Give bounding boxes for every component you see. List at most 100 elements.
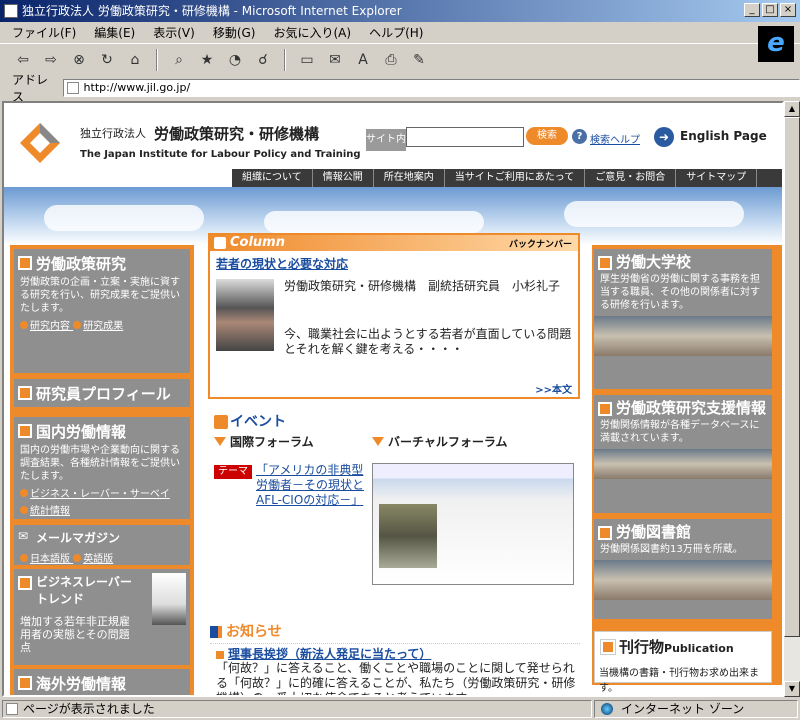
minimize-button[interactable]: _ — [744, 3, 760, 17]
profile-title: 研究員プロフィール — [36, 385, 171, 403]
orange-square-icon — [18, 256, 32, 270]
scroll-thumb[interactable] — [784, 117, 800, 637]
profile-box[interactable]: 研究員プロフィール — [14, 379, 190, 407]
publication-box[interactable]: 刊行物Publication 当機構の書籍・刊行物お求め出来ます。 — [594, 631, 772, 694]
virtual-forum-heading[interactable]: バーチャルフォーラム — [372, 433, 508, 450]
edit-icon[interactable]: ✎ — [408, 49, 430, 71]
nav-disclosure[interactable]: 情報公開 — [313, 169, 374, 187]
nav-about[interactable]: 組織について — [232, 169, 313, 187]
english-page-link[interactable]: English Page — [680, 129, 767, 143]
org-name: 労働政策研究・研修機構 — [154, 125, 320, 143]
search-button[interactable]: 検索 — [526, 127, 568, 145]
page-viewport: 独立行政法人 労働政策研究・研修機構 The Japan Institute f… — [2, 101, 784, 697]
window-title: 独立行政法人 労働政策研究・研修機構 - Microsoft Internet … — [22, 4, 402, 18]
nav-access[interactable]: 所在地案内 — [374, 169, 445, 187]
mail-link-en[interactable]: 英語版 — [83, 554, 113, 565]
search-input[interactable] — [406, 127, 524, 147]
library-image — [594, 560, 772, 600]
mail-box[interactable]: ✉ メールマガジン 日本語版 英語版 — [14, 525, 190, 565]
orange-square-icon — [598, 526, 612, 540]
research-box[interactable]: 労働政策研究 労働政策の企画・立案・実施に資する研究を行い、研究成果をご提供いた… — [14, 249, 190, 373]
status-bar: ページが表示されました インターネット ゾーン — [0, 698, 800, 720]
theme-tag: テーマ — [214, 465, 252, 479]
zone-panel: インターネット ゾーン — [594, 700, 798, 718]
research-title: 労働政策研究 — [36, 255, 127, 273]
address-input[interactable]: http://www.jil.go.jp/ — [62, 79, 800, 97]
backnumber-link[interactable]: バックナンバー — [509, 237, 572, 250]
history-icon[interactable]: ◔ — [224, 49, 246, 71]
column-more-link[interactable]: >>本文 — [535, 381, 572, 396]
menu-go[interactable]: 移動(G) — [213, 24, 256, 41]
research-link-results[interactable]: 研究成果 — [83, 321, 123, 332]
menu-favorites[interactable]: お気に入り(A) — [273, 24, 351, 41]
univ-box[interactable]: 労働大学校 厚生労働省の労働に関する事務を担当する職員、その他の関係者に対する研… — [594, 249, 772, 389]
univ-title: 労働大学校 — [616, 253, 692, 271]
blt-text: 増加する若年非正規雇用者の実態とその問題点 — [20, 615, 130, 654]
nav-terms[interactable]: 当サイトご利用にあたって — [445, 169, 586, 187]
library-box[interactable]: 労働図書館 労働関係図書約13万冊を所蔵。 — [594, 519, 772, 619]
help-icon[interactable]: ? — [572, 129, 587, 144]
support-box[interactable]: 労働政策研究支援情報 労働関係情報が各種データベースに満載されています。 — [594, 395, 772, 513]
domestic-link-stats[interactable]: 統計情報 — [30, 506, 70, 517]
status-text: ページが表示されました — [23, 702, 155, 716]
menu-view[interactable]: 表示(V) — [153, 24, 195, 41]
virtual-forum-thumbnail[interactable] — [372, 463, 574, 585]
site-header: 独立行政法人 労働政策研究・研修機構 The Japan Institute f… — [4, 103, 782, 171]
window-controls: _ □ × — [744, 3, 796, 17]
ie-logo-icon: e — [758, 26, 794, 62]
back-icon[interactable]: ⇦ — [12, 49, 34, 71]
print-icon[interactable]: ⎙ — [380, 49, 402, 71]
orange-square-icon — [18, 676, 32, 690]
column-body: 今、職業社会に出ようとする若者が直面している問題とそれを解く鍵を考える・・・・ — [284, 327, 572, 356]
menu-edit[interactable]: 編集(E) — [94, 24, 135, 41]
menu-file[interactable]: ファイル(F) — [12, 24, 76, 41]
research-link-content[interactable]: 研究内容 — [30, 321, 70, 332]
column-title-link[interactable]: 若者の現状と必要な対応 — [216, 255, 348, 272]
search-label: サイト内 — [366, 129, 406, 151]
address-bar: アドレス http://www.jil.go.jp/ — [0, 73, 800, 104]
mail-link-ja[interactable]: 日本語版 — [30, 554, 70, 565]
search-icon[interactable]: ⌕ — [168, 49, 190, 71]
mail-icon[interactable]: ✉ — [324, 49, 346, 71]
nav-sitemap[interactable]: サイトマップ — [676, 169, 758, 187]
domestic-link-bls[interactable]: ビジネス・レーバー・サーベイ — [30, 489, 170, 500]
classroom-image — [594, 316, 772, 356]
maximize-button[interactable]: □ — [762, 3, 778, 17]
foreign-box[interactable]: 海外労働情報 — [14, 669, 190, 695]
favorites-icon[interactable]: ★ — [196, 49, 218, 71]
orange-square-icon — [18, 386, 32, 400]
intl-forum-heading[interactable]: 国際フォーラム — [214, 433, 314, 450]
fullscreen-icon[interactable]: ▭ — [296, 49, 318, 71]
forward-icon[interactable]: ⇨ — [40, 49, 62, 71]
news-icon — [210, 626, 222, 638]
vertical-scrollbar[interactable]: ▲ ▼ — [784, 101, 800, 697]
menu-help[interactable]: ヘルプ(H) — [369, 24, 423, 41]
support-image — [594, 449, 772, 479]
address-url: http://www.jil.go.jp/ — [83, 81, 191, 94]
home-icon[interactable]: ⌂ — [124, 49, 146, 71]
scroll-up-icon[interactable]: ▲ — [784, 101, 800, 117]
research-text: 労働政策の企画・立案・実施に資する研究を行い、研究成果をご提供いたします。 — [20, 277, 180, 314]
orange-square-icon — [18, 424, 32, 438]
news-item-link[interactable]: 理事長挨拶（新法人発足に当たって） — [216, 645, 431, 662]
nav-contact[interactable]: ご意見・お問合 — [585, 169, 677, 187]
search-help-link[interactable]: 検索ヘルプ — [590, 131, 640, 146]
font-icon[interactable]: A — [352, 49, 374, 71]
page-icon — [6, 703, 18, 715]
theme-link[interactable]: 「アメリカの非典型労働者－その現状とAFL-CIOの対応－」 — [256, 463, 366, 508]
orange-square-icon — [18, 576, 32, 590]
english-arrow-icon[interactable]: ➜ — [654, 127, 674, 147]
org-type: 独立行政法人 — [80, 127, 146, 140]
close-button[interactable]: × — [780, 3, 796, 17]
domestic-box[interactable]: 国内労働情報 国内の労働市場や企業動向に関する調査結果、各種統計情報をご提供いた… — [14, 417, 190, 519]
pub-title: 刊行物 — [619, 638, 665, 656]
zone-text: インターネット ゾーン — [621, 702, 745, 716]
scroll-down-icon[interactable]: ▼ — [784, 681, 800, 697]
channels-icon[interactable]: ☌ — [252, 49, 274, 71]
column-label: Column — [230, 235, 285, 250]
stop-icon[interactable]: ⊗ — [68, 49, 90, 71]
pub-title-en: Publication — [664, 642, 734, 655]
refresh-icon[interactable]: ↻ — [96, 49, 118, 71]
blt-box[interactable]: ビジネスレーバートレンド 増加する若年非正規雇用者の実態とその問題点 — [14, 569, 190, 665]
jil-logo-icon — [20, 123, 60, 163]
